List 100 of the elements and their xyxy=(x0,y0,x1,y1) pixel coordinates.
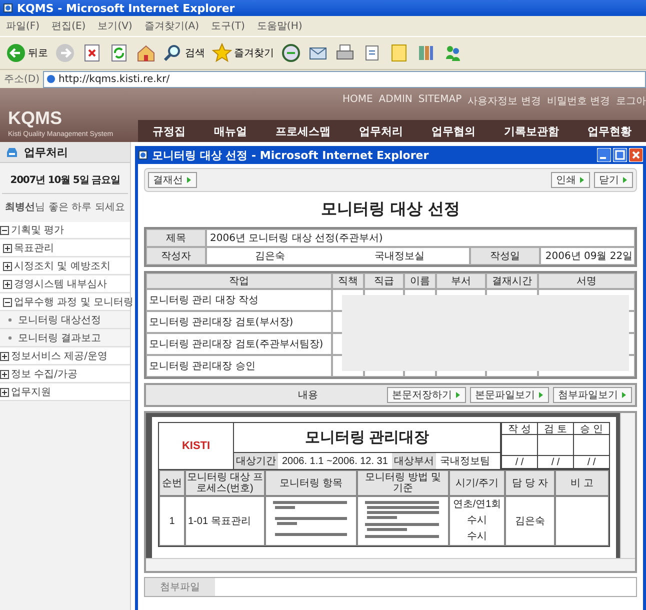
bullet-icon xyxy=(8,318,12,322)
arrow-icon xyxy=(455,392,461,398)
tree-item[interactable]: 기획및 평가 xyxy=(0,222,130,239)
nav-item[interactable]: 매뉴얼 xyxy=(214,124,247,138)
action-button[interactable]: 결재선 xyxy=(148,172,197,188)
search-icon xyxy=(163,43,183,63)
field-label: 대상부서 xyxy=(392,453,436,469)
media-button[interactable] xyxy=(279,43,303,63)
action-button[interactable]: 인쇄 xyxy=(551,172,590,188)
tree-item[interactable]: 목표관리 xyxy=(0,240,130,257)
nav-item[interactable]: 규정집 xyxy=(152,124,186,138)
table-cell: 김은숙 xyxy=(505,496,555,546)
nav-item[interactable]: 기록보관함 xyxy=(504,124,560,138)
site-logo[interactable]: KQMS xyxy=(8,108,138,129)
table-cell: 모니터링 관리대장 검토(주관부서팀장) xyxy=(146,333,332,355)
column-header: 담 당 자 xyxy=(505,470,555,496)
column-header: 결재시간 xyxy=(486,273,538,289)
tray-icon xyxy=(6,146,18,158)
menu-item[interactable]: 파일(F) xyxy=(6,19,40,33)
tree-item[interactable]: 업무수행 과정 및 모니터링 xyxy=(0,294,130,311)
tree-item[interactable]: 경영시스템 내부심사 xyxy=(0,276,130,293)
section-label: 내용 xyxy=(297,389,319,402)
menu-item[interactable]: 편집(E) xyxy=(52,19,86,33)
field-value: 2006년 모니터링 대상 선정(주관부서) xyxy=(206,229,635,247)
nav-item[interactable]: 업무현황 xyxy=(588,124,632,138)
back-button[interactable]: 뒤로 xyxy=(4,43,50,63)
kisti-logo: KISTI xyxy=(182,440,210,452)
tree-item[interactable]: 정보서비스 제공/운영 xyxy=(0,348,130,365)
column-header: 모니터링 방법 및 기준 xyxy=(357,470,449,496)
signature-box xyxy=(537,435,573,456)
page-icon xyxy=(46,74,56,84)
sidebar-heading: 업무처리 xyxy=(24,144,68,160)
field-label: 제목 xyxy=(146,229,206,247)
field-value: 국내정보팀 xyxy=(438,455,491,468)
nav-item[interactable]: 업무처리 xyxy=(358,124,403,138)
menu-item[interactable]: 보기(V) xyxy=(98,19,132,33)
column-header: 이름 xyxy=(404,273,436,289)
menu-item[interactable]: 즐겨찾기(A) xyxy=(144,19,199,33)
close-button[interactable] xyxy=(629,148,643,162)
date-slot: / / xyxy=(501,456,537,469)
action-button[interactable]: 본문저장하기 xyxy=(387,387,466,403)
column-header: 직책 xyxy=(332,273,364,289)
maximize-button[interactable] xyxy=(613,148,627,162)
greeting-text: 최병선님 좋은 하루 되세요 xyxy=(4,201,126,215)
column-header: 부서 xyxy=(436,273,486,289)
column-header: 작 성 xyxy=(501,423,537,435)
table-cell: 모니터링 관리대장 승인 xyxy=(146,355,332,377)
column-header: 비 고 xyxy=(555,470,609,496)
tree-item[interactable]: 업무지원 xyxy=(0,384,130,401)
field-value: 2006년 09월 22일 xyxy=(540,247,635,265)
table-cell: 모니터링 관리대장 검토(부서장) xyxy=(146,311,332,333)
empty-cell xyxy=(555,496,609,546)
address-field[interactable]: http://kqms.kisti.re.kr/ xyxy=(42,70,646,88)
nav-item[interactable]: 업무협의 xyxy=(432,124,476,138)
column-header: 직급 xyxy=(364,273,404,289)
arrow-icon xyxy=(579,177,585,183)
column-header: 모니터링 대상 프로세스(번호) xyxy=(185,470,265,496)
nav-item[interactable]: 프로세스맵 xyxy=(275,124,330,138)
popup-title: 모니터링 대상 선정 - Microsoft Internet Explorer xyxy=(152,148,429,162)
table-cell: 1-01 목표관리 xyxy=(185,496,265,546)
menu-item[interactable]: 도구(T) xyxy=(211,19,245,33)
page-icon xyxy=(138,150,148,160)
table-cell: 모니터링 관리 대장 작성 xyxy=(146,289,332,311)
column-header: 시기/주기 xyxy=(449,470,505,496)
arrow-icon xyxy=(538,392,544,398)
star-icon xyxy=(212,43,232,63)
field-value: 김은숙 xyxy=(254,250,285,263)
minimize-button[interactable] xyxy=(597,148,611,162)
tree-item[interactable]: 시정조치 및 예방조치 xyxy=(0,258,130,275)
action-button[interactable]: 본문파일보기 xyxy=(470,387,549,403)
column-header: 순번 xyxy=(159,470,185,496)
column-header: 검 토 xyxy=(537,423,573,435)
field-label: 작성자 xyxy=(146,247,206,265)
date-slot: / / xyxy=(573,456,609,469)
column-header: 서명 xyxy=(538,273,635,289)
action-button[interactable]: 닫기 xyxy=(594,172,633,188)
window-title: KQMS - Microsoft Internet Explorer xyxy=(17,2,235,14)
column-header: 모니터링 항목 xyxy=(265,470,357,496)
table-cell: 수시 xyxy=(467,515,487,527)
favorites-button[interactable]: 즐겨찾기 xyxy=(210,43,276,63)
field-value: 2006. 1.1 ~2006. 12. 31 xyxy=(281,456,389,466)
menu-item[interactable]: 도움말(H) xyxy=(256,19,302,33)
field-label: 작성일 xyxy=(470,247,540,265)
page-heading: 모니터링 대상 선정 xyxy=(320,198,462,220)
address-label: 주소(D) xyxy=(4,73,40,86)
horizontal-scrollbar[interactable] xyxy=(146,558,635,571)
arrow-icon xyxy=(621,392,627,398)
page-icon xyxy=(3,3,13,13)
bullet-icon xyxy=(8,336,12,340)
action-button[interactable]: 첨부파일보기 xyxy=(553,387,632,403)
column-header: 승 인 xyxy=(573,423,609,435)
column-header: 작업 xyxy=(146,273,332,289)
table-cell: 1 xyxy=(159,496,185,546)
search-button[interactable]: 검색 xyxy=(161,43,207,63)
vertical-scrollbar[interactable] xyxy=(620,413,635,558)
table-cell: 연초/연1회 xyxy=(452,499,502,511)
tree-item[interactable]: 정보 수집/가공 xyxy=(0,366,130,383)
arrow-icon xyxy=(186,177,192,183)
arrow-icon xyxy=(622,177,628,183)
table-cell: 수시 xyxy=(467,531,487,543)
